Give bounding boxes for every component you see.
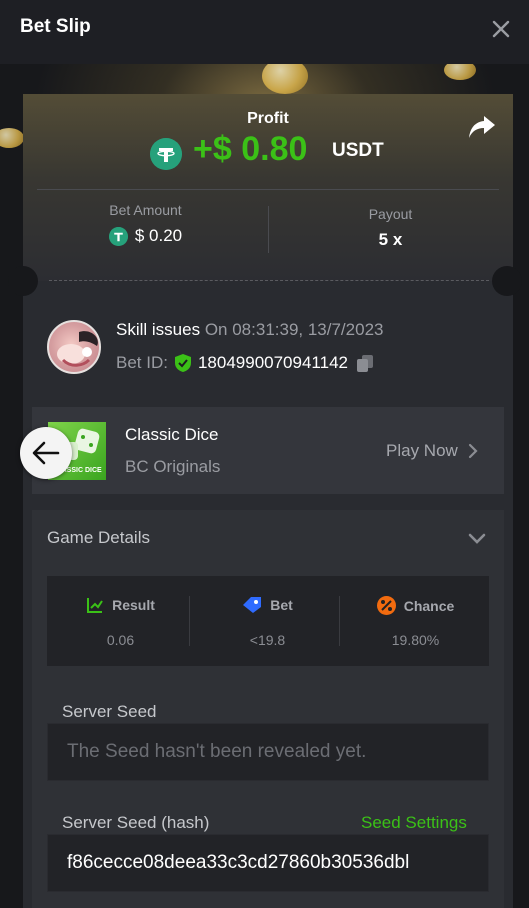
server-seed-hash-field[interactable]: f86cecce08deea33c3cd27860b30536dbl <box>47 834 489 892</box>
divider <box>339 596 340 646</box>
close-icon[interactable] <box>488 16 514 42</box>
payout-block: Payout 5 x <box>268 206 513 250</box>
game-details-panel: Game Details Result 0.06 Bet <19.8 Chanc… <box>32 510 504 908</box>
bet-amount-value: $ 0.20 <box>134 226 183 245</box>
tether-icon <box>150 138 182 170</box>
stat-value: 19.80% <box>391 632 440 648</box>
chevron-down-icon[interactable] <box>468 532 486 546</box>
bet-id-value: 1804990070941142 <box>197 353 348 372</box>
ticket-notch <box>492 266 522 296</box>
share-icon[interactable] <box>468 114 496 140</box>
game-name[interactable]: Classic Dice <box>125 425 219 445</box>
stat-chance: Chance 19.80% <box>342 576 489 666</box>
stat-label: Result <box>112 597 155 613</box>
arrow-left-icon <box>32 441 60 465</box>
bet-amount-block: Bet Amount $ 0.20 <box>23 202 268 251</box>
shield-check-icon <box>174 354 191 372</box>
avatar-image <box>57 331 98 367</box>
bet-amount-label: Bet Amount <box>109 202 182 218</box>
payout-label: Payout <box>368 206 413 222</box>
percent-icon <box>376 596 396 615</box>
server-seed-field[interactable]: The Seed hasn't been revealed yet. <box>47 723 489 781</box>
header: Bet Slip <box>0 0 529 64</box>
profit-currency: USDT <box>332 140 384 161</box>
play-now-label: Play Now <box>386 441 458 460</box>
play-now-button[interactable]: Play Now <box>386 441 478 461</box>
bet-time: On 08:31:39, 13/7/2023 <box>204 320 384 339</box>
username[interactable]: Skill issues <box>116 320 200 339</box>
payout-value: 5 x <box>378 230 403 249</box>
divider <box>189 596 190 646</box>
back-button[interactable] <box>20 427 72 479</box>
bet-slip-body: Profit +$ 0.80 USDT Bet Amount $ 0.20 Pa… <box>0 64 529 908</box>
server-seed-hash-value: f86cecce08deea33c3cd27860b30536dbl <box>67 852 410 873</box>
tether-icon <box>108 226 128 246</box>
stat-label: Chance <box>403 597 455 614</box>
profit-label: Profit <box>247 110 289 127</box>
stat-value: 0.06 <box>106 632 135 648</box>
profit-panel: Profit +$ 0.80 USDT Bet Amount $ 0.20 Pa… <box>23 94 513 281</box>
bet-card: Profit +$ 0.80 USDT Bet Amount $ 0.20 Pa… <box>8 94 522 908</box>
server-seed-label: Server Seed <box>62 702 157 721</box>
bet-id-row: Bet ID: 1804990070941142 <box>116 353 374 373</box>
game-details-title[interactable]: Game Details <box>47 528 150 548</box>
bet-tag-icon <box>243 597 262 613</box>
stat-value: <19.8 <box>249 632 286 648</box>
stat-label: Bet <box>270 597 293 613</box>
bet-stats: Result 0.06 Bet <19.8 Chance 19.80% <box>47 576 489 666</box>
bet-id-label: Bet ID: <box>116 353 168 372</box>
profit-amount: +$ 0.80 <box>193 130 308 168</box>
result-chart-icon <box>87 598 103 613</box>
stat-bet: Bet <19.8 <box>194 576 341 666</box>
server-seed-value: The Seed hasn't been revealed yet. <box>67 741 367 762</box>
stat-result: Result 0.06 <box>47 576 194 666</box>
divider <box>37 189 499 190</box>
chevron-right-icon <box>468 443 478 459</box>
seed-settings-link[interactable]: Seed Settings <box>361 813 467 833</box>
server-seed-hash-label: Server Seed (hash) <box>62 813 210 832</box>
page-title: Bet Slip <box>20 16 91 37</box>
game-provider: BC Originals <box>125 457 221 476</box>
ticket-notch <box>8 266 38 296</box>
dashed-divider <box>49 280 489 281</box>
user-info: Skill issues On 08:31:39, 13/7/2023 <box>116 320 383 340</box>
avatar[interactable] <box>47 320 101 374</box>
game-row[interactable]: CLASSIC DICE Classic Dice BC Originals P… <box>32 407 504 494</box>
copy-icon[interactable] <box>356 353 374 373</box>
